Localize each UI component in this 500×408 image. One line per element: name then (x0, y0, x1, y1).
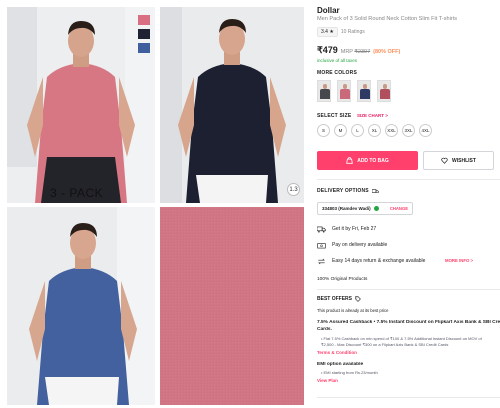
returns-text: Easy 14 days return & exchange available (332, 258, 426, 264)
model-navy-illustration (160, 7, 304, 203)
product-gallery: 3 - PACK 1.3 (0, 0, 310, 408)
wishlist-label: WISHLIST (452, 157, 476, 164)
offer1-title-cont: Cards. (317, 327, 332, 332)
emi-bullet-text: EMI starting from Rs.23/month (323, 370, 378, 375)
color-thumb-2[interactable] (337, 80, 351, 102)
change-pincode-button[interactable]: CHANGE (390, 206, 408, 211)
more-colors-title: MORE COLORS (317, 70, 357, 76)
product-details: Dollar Men Pack of 3 Solid Round Neck Co… (317, 0, 500, 408)
heart-icon (441, 157, 448, 164)
swatch-navy (138, 29, 150, 39)
rating-badge[interactable]: 3.4 ★ (317, 27, 338, 37)
rating-row[interactable]: 3.4 ★ 10 Ratings (317, 27, 365, 37)
brand-name[interactable]: Dollar (317, 6, 340, 15)
thumb-shirt (340, 89, 350, 99)
cash-icon (317, 241, 326, 249)
discount-badge: (80% OFF) (373, 49, 401, 55)
bag-icon (346, 157, 353, 164)
product-image-pink[interactable] (7, 7, 155, 203)
truck-icon (317, 225, 326, 233)
rating-count[interactable]: 10 Ratings (341, 29, 365, 35)
divider (317, 179, 500, 180)
mrp: MRP ₹2397 (341, 49, 370, 55)
tag-icon (355, 296, 361, 302)
truck-icon (371, 188, 379, 193)
selling-price: ₹479 (317, 45, 338, 55)
wishlist-button[interactable]: WISHLIST (423, 151, 494, 170)
delivery-options-title: DELIVERY OPTIONS (317, 188, 379, 194)
size-3xl[interactable]: 3XL (402, 124, 415, 137)
color-thumb-4[interactable] (377, 80, 391, 102)
price-row: ₹479 MRP ₹2397 (80% OFF) (317, 45, 400, 56)
pincode-value: 334803 (Ramdev Wadi) (322, 206, 371, 211)
emi-title: EMI option available (317, 362, 364, 367)
product-image-blue[interactable] (7, 207, 155, 405)
divider (317, 289, 500, 290)
size-4xl[interactable]: 4XL (419, 124, 432, 137)
offer1-bullet-1: • Flat 7.5% Cashback on min spend of ₹10… (321, 336, 482, 341)
pincode-box[interactable]: 334803 (Ramdev Wadi) CHANGE (317, 202, 413, 215)
product-image-fabric-closeup[interactable] (160, 207, 304, 405)
size-xl[interactable]: XL (368, 124, 381, 137)
model-blue-illustration (7, 207, 155, 405)
offer1-bullet-1-text: Flat 7.5% Cashback on min spend of ₹100 … (323, 336, 482, 341)
product-title: Men Pack of 3 Solid Round Neck Cotton Sl… (317, 16, 458, 22)
color-thumbs (317, 80, 391, 102)
offer1-title: 7.5% Assured Cashback • 7.5% Instant Dis… (317, 320, 500, 325)
thumb-shirt (320, 89, 330, 99)
best-offers-title: BEST OFFERS (317, 296, 361, 302)
product-image-navy[interactable] (160, 7, 304, 203)
check-icon (373, 206, 379, 211)
pack-label: 3 - PACK (50, 186, 104, 200)
terms-link[interactable]: Terms & Condition (317, 350, 357, 355)
delivery-date-row: Get it by Fri, Feb 27 (317, 225, 376, 233)
select-size-title: SELECT SIZE (317, 113, 352, 119)
more-info-link[interactable]: MORE INFO > (445, 258, 473, 263)
size-xxl[interactable]: XXL (385, 124, 398, 137)
mrp-label: MRP (340, 49, 353, 55)
cod-text: Pay on delivery available (332, 242, 388, 248)
size-s[interactable]: S (317, 124, 330, 137)
exchange-icon (317, 257, 326, 265)
original-products-note: 100% Original Products (317, 277, 368, 282)
delivery-options-label: DELIVERY OPTIONS (317, 188, 369, 194)
thumb-shirt (380, 89, 390, 99)
delivery-date-text: Get it by Fri, Feb 27 (332, 226, 377, 232)
add-to-bag-button[interactable]: ADD TO BAG (317, 151, 418, 170)
swatch-pink (138, 15, 150, 25)
add-to-bag-label: ADD TO BAG (357, 157, 389, 164)
returns-row: Easy 14 days return & exchange available (317, 257, 425, 265)
expand-view-icon[interactable]: 1.3 (287, 183, 300, 196)
size-options: S M L XL XXL 3XL 4XL (317, 124, 432, 137)
emi-bullet: • EMI starting from Rs.23/month (321, 370, 378, 375)
fabric-texture-illustration (160, 207, 304, 405)
model-pink-illustration (7, 7, 155, 203)
thumb-shirt (360, 89, 370, 99)
color-thumb-3[interactable] (357, 80, 371, 102)
best-price-note: This product is already at its best pric… (317, 308, 389, 313)
size-m[interactable]: M (334, 124, 347, 137)
offer1-bullet-2: ₹2,500 - Max Discount ₹300 on a Flipkart… (321, 342, 449, 347)
best-offers-label: BEST OFFERS (317, 296, 353, 302)
cod-row: Pay on delivery available (317, 241, 387, 249)
view-plan-link[interactable]: View Plan (317, 378, 338, 383)
size-l[interactable]: L (351, 124, 364, 137)
tax-note: inclusive of all taxes (317, 58, 358, 63)
color-thumb-1[interactable] (317, 80, 331, 102)
mrp-value: ₹2397 (354, 49, 371, 55)
size-chart-link[interactable]: SIZE CHART > (357, 113, 388, 118)
swatch-blue (138, 43, 150, 53)
divider (317, 397, 500, 398)
